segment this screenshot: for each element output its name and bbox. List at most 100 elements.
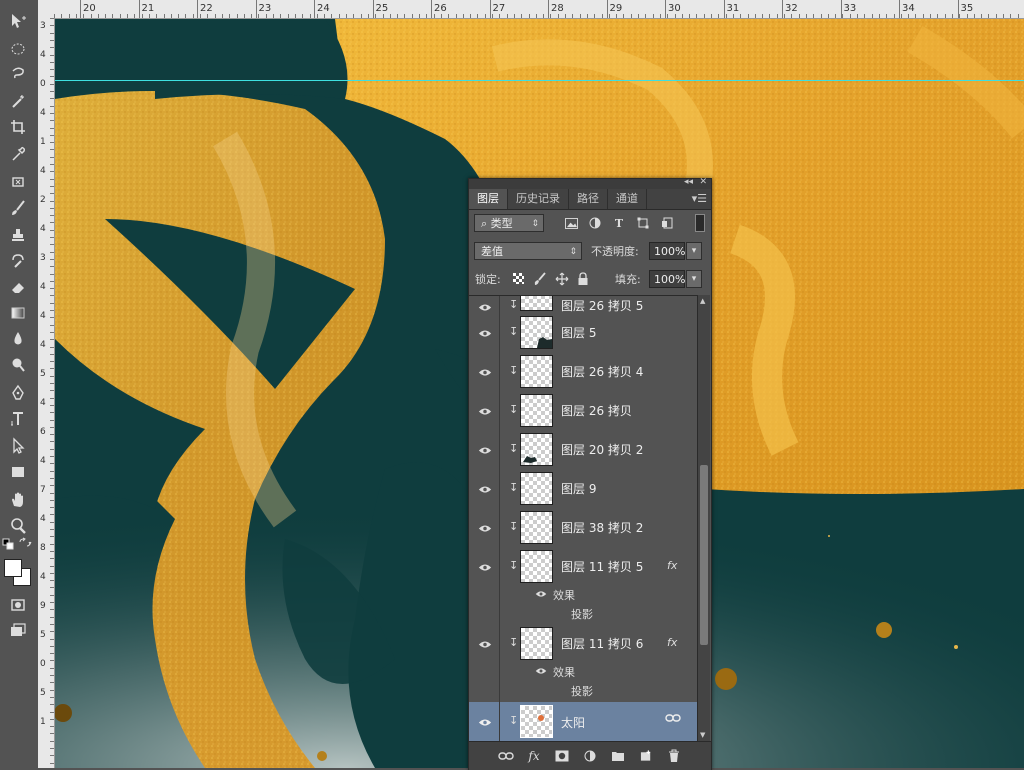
layer-row[interactable]: ↧ 图层 26 拷贝 4	[469, 352, 697, 392]
layer-filter-select[interactable]: ⌕ 类型 ⇕	[474, 214, 544, 232]
history-brush-tool-icon[interactable]	[6, 250, 30, 272]
crop-tool-icon[interactable]	[6, 116, 30, 138]
layer-name[interactable]: 图层 11 拷贝 5	[561, 558, 643, 575]
layer-name[interactable]: 太阳	[561, 714, 585, 731]
layer-effects-fx-icon[interactable]: fx	[667, 559, 677, 572]
tab-history[interactable]: 历史记录	[508, 189, 569, 209]
collapse-panel-icon[interactable]: ◂◂	[684, 177, 693, 187]
link-icon[interactable]	[665, 712, 681, 726]
filter-toggle[interactable]	[695, 214, 705, 232]
healing-brush-tool-icon[interactable]	[6, 171, 30, 193]
quick-mask-icon[interactable]	[6, 594, 30, 616]
screen-mode-icon[interactable]	[6, 619, 30, 641]
layer-row-selected[interactable]: ↧ 太阳	[469, 702, 697, 742]
smart-object-filter-icon[interactable]	[659, 215, 675, 231]
effect-visibility-eye-icon[interactable]	[535, 665, 547, 678]
tab-layers[interactable]: 图层	[469, 189, 508, 209]
vertical-ruler[interactable]: 3404142434445464748495051	[38, 18, 55, 768]
layer-row[interactable]: ↧ 图层 38 拷贝 2	[469, 508, 697, 548]
default-colors-icon[interactable]	[2, 538, 16, 550]
brush-tool-icon[interactable]	[6, 197, 30, 219]
layer-row[interactable]: ↧ 图层 20 拷贝 2	[469, 430, 697, 470]
layer-row[interactable]: ↧ 图层 26 拷贝 5	[469, 296, 697, 314]
new-layer-icon[interactable]	[637, 750, 655, 762]
effect-item-drop-shadow[interactable]: 投影	[571, 606, 593, 622]
mask-icon[interactable]	[553, 750, 571, 762]
layer-name[interactable]: 图层 5	[561, 324, 596, 341]
visibility-eye-icon[interactable]	[477, 301, 493, 313]
scroll-down-icon[interactable]: ▼	[700, 731, 705, 739]
panel-menu-icon[interactable]: ▾☰	[692, 192, 707, 205]
eraser-tool-icon[interactable]	[6, 276, 30, 298]
layer-name[interactable]: 图层 26 拷贝 5	[561, 297, 643, 314]
marquee-tool-icon[interactable]	[6, 38, 30, 60]
layer-name[interactable]: 图层 38 拷贝 2	[561, 519, 643, 536]
zoom-tool-icon[interactable]	[6, 515, 30, 537]
rectangle-tool-icon[interactable]	[6, 461, 30, 483]
close-panel-icon[interactable]: ✕	[699, 177, 707, 187]
text-filter-icon[interactable]: T	[611, 215, 627, 231]
foreground-color-swatch[interactable]	[4, 559, 22, 577]
layer-name[interactable]: 图层 26 拷贝	[561, 402, 632, 419]
hand-tool-icon[interactable]	[6, 489, 30, 511]
folder-icon[interactable]	[609, 750, 627, 762]
magic-wand-tool-icon[interactable]	[6, 90, 30, 112]
tab-paths[interactable]: 路径	[569, 189, 608, 209]
layer-row[interactable]: ↧ 图层 11 拷贝 5 fx 效果 投影	[469, 547, 697, 625]
layer-row[interactable]: ↧ 图层 9	[469, 469, 697, 509]
lock-pixels-icon[interactable]	[533, 271, 547, 290]
fill-dropdown-button[interactable]: ▾	[686, 270, 702, 288]
scrollbar-thumb[interactable]	[700, 465, 708, 645]
fill-input[interactable]: 100%	[649, 270, 685, 288]
effects-label[interactable]: 效果	[553, 587, 575, 603]
shape-filter-icon[interactable]	[635, 215, 651, 231]
effect-item-drop-shadow[interactable]: 投影	[571, 683, 593, 699]
blend-mode-select[interactable]: 差值 ⇕	[474, 242, 582, 260]
panel-title-bar[interactable]: ◂◂ ✕	[469, 177, 711, 189]
lock-transparency-icon[interactable]	[513, 273, 524, 284]
lock-all-icon[interactable]	[577, 271, 589, 290]
layers-scrollbar[interactable]: ▲ ▼	[697, 295, 710, 741]
visibility-eye-icon[interactable]	[477, 638, 493, 650]
layer-name[interactable]: 图层 20 拷贝 2	[561, 441, 643, 458]
scroll-up-icon[interactable]: ▲	[700, 297, 705, 305]
horizontal-ruler[interactable]: 20 21 22 23 24 25 26 27 28 29 30 31 32 33 34 35	[54, 0, 1024, 19]
visibility-eye-icon[interactable]	[477, 522, 493, 534]
swap-colors-icon[interactable]	[18, 537, 32, 550]
visibility-eye-icon[interactable]	[477, 405, 493, 417]
visibility-eye-icon[interactable]	[477, 561, 493, 573]
adjustment-filter-icon[interactable]	[587, 215, 603, 231]
opacity-input[interactable]: 100%	[649, 242, 685, 260]
visibility-eye-icon[interactable]	[477, 366, 493, 378]
type-tool-icon[interactable]	[6, 408, 30, 430]
tab-channels[interactable]: 通道	[608, 189, 647, 209]
trash-icon[interactable]	[665, 749, 683, 763]
visibility-eye-icon[interactable]	[477, 483, 493, 495]
path-selection-tool-icon[interactable]	[6, 435, 30, 457]
visibility-eye-icon[interactable]	[477, 327, 493, 339]
move-tool-icon[interactable]	[6, 10, 30, 32]
lock-position-icon[interactable]	[555, 271, 569, 290]
layer-name[interactable]: 图层 11 拷贝 6	[561, 635, 643, 652]
effects-label[interactable]: 效果	[553, 664, 575, 680]
clone-stamp-tool-icon[interactable]	[6, 224, 30, 246]
adjustment-icon[interactable]	[581, 750, 599, 762]
layer-row[interactable]: ↧ 图层 11 拷贝 6 fx 效果 投影	[469, 624, 697, 703]
layer-effects-fx-icon[interactable]: fx	[667, 636, 677, 649]
blur-tool-icon[interactable]	[6, 328, 30, 350]
eyedropper-tool-icon[interactable]	[6, 143, 30, 165]
pen-tool-icon[interactable]	[6, 382, 30, 404]
ruler-origin[interactable]	[38, 0, 55, 19]
layer-name[interactable]: 图层 9	[561, 480, 596, 497]
layer-row[interactable]: ↧ 图层 26 拷贝	[469, 391, 697, 431]
visibility-eye-icon[interactable]	[477, 444, 493, 456]
lasso-tool-icon[interactable]	[6, 63, 30, 85]
layer-row[interactable]: ↧ 图层 5	[469, 313, 697, 353]
link-layers-icon[interactable]	[497, 751, 515, 761]
effect-visibility-eye-icon[interactable]	[535, 588, 547, 601]
layer-name[interactable]: 图层 26 拷贝 4	[561, 363, 643, 380]
visibility-eye-icon[interactable]	[477, 716, 493, 728]
image-filter-icon[interactable]	[563, 215, 579, 231]
gradient-tool-icon[interactable]	[6, 302, 30, 324]
opacity-dropdown-button[interactable]: ▾	[686, 242, 702, 260]
